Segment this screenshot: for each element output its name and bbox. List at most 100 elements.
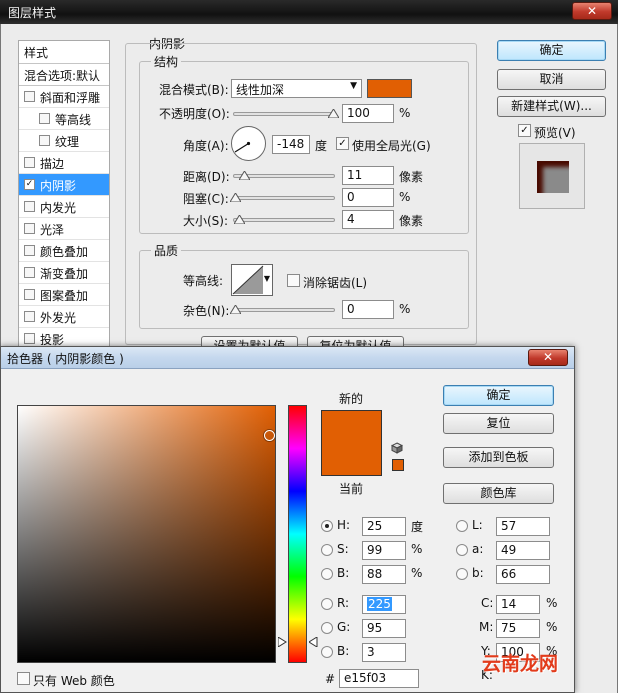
color-picker-titlebar[interactable]: 拾色器 ( 内阴影颜色 ) ✕ [1,347,574,369]
size-slider-thumb[interactable] [234,215,245,224]
preview-label[interactable]: 预览(V) [534,124,576,141]
style-item[interactable]: 外发光 [19,306,109,328]
hue-slider[interactable] [288,405,307,663]
h-input[interactable]: 25 [362,517,406,536]
blend-options-item[interactable]: 混合选项:默认 [19,64,109,86]
style-item[interactable]: ✓ 内阴影 [19,174,109,196]
add-to-swatches-button[interactable]: 添加到色板 [443,447,554,468]
shadow-color-swatch[interactable] [367,79,412,98]
style-item-checkbox[interactable] [24,289,35,300]
web-only-checkbox[interactable] [17,672,30,685]
color-libraries-button[interactable]: 颜色库 [443,483,554,504]
style-item-checkbox[interactable] [24,333,35,344]
opacity-slider-thumb[interactable] [328,109,339,118]
h-radio[interactable] [321,520,333,532]
hex-input[interactable]: e15f03 [339,669,419,688]
b-radio[interactable] [321,568,333,580]
close-icon[interactable]: ✕ [528,349,568,366]
angle-input[interactable]: -148 [272,135,310,154]
global-light-label[interactable]: 使用全局光(G) [352,137,431,154]
style-item-checkbox[interactable] [24,201,35,212]
style-item-checkbox[interactable]: ✓ [24,179,35,190]
web-only-label[interactable]: 只有 Web 颜色 [33,672,115,689]
anti-alias-label[interactable]: 消除锯齿(L) [303,274,367,291]
noise-slider-thumb[interactable] [230,305,241,314]
cp-ok-button[interactable]: 确定 [443,385,554,406]
style-item-checkbox[interactable] [39,135,50,146]
m-input[interactable]: 75 [496,619,540,638]
style-item[interactable]: 纹理 [19,130,109,152]
style-item-checkbox[interactable] [24,245,35,256]
hex-label: # [325,672,336,686]
s-input[interactable]: 99 [362,541,406,560]
size-input[interactable]: 4 [342,210,394,229]
angle-dial[interactable] [231,126,266,161]
preview-checkbox[interactable]: ✓ [518,124,531,137]
choke-input[interactable]: 0 [342,188,394,207]
choke-slider[interactable] [230,193,335,202]
b-input[interactable]: 88 [362,565,406,584]
a-radio[interactable] [456,544,468,556]
blue-input[interactable]: 3 [362,643,406,662]
color-field[interactable] [17,405,276,663]
hue-slider-right-arrow[interactable] [309,637,318,647]
anti-alias-checkbox[interactable] [287,274,300,287]
style-item[interactable]: 渐变叠加 [19,262,109,284]
distance-slider-thumb[interactable] [239,171,250,180]
hue-slider-left-arrow[interactable] [278,637,287,647]
angle-label: 角度(A): [183,139,229,153]
blue-radio[interactable] [321,646,333,658]
style-item[interactable]: 图案叠加 [19,284,109,306]
a-input[interactable]: 49 [496,541,550,560]
cp-reset-button[interactable]: 复位 [443,413,554,434]
s-radio[interactable] [321,544,333,556]
cancel-button[interactable]: 取消 [497,69,606,90]
style-item-checkbox[interactable] [24,223,35,234]
contour-picker[interactable]: ▼ [231,264,273,296]
lab-b-radio[interactable] [456,568,468,580]
l-input[interactable]: 57 [496,517,550,536]
style-item[interactable]: 内发光 [19,196,109,218]
noise-input[interactable]: 0 [342,300,394,319]
styles-header[interactable]: 样式 [19,41,109,64]
g-input[interactable]: 95 [362,619,406,638]
style-item[interactable]: 光泽 [19,218,109,240]
opacity-unit: % [399,106,411,120]
style-item[interactable]: 描边 [19,152,109,174]
color-field-marker[interactable] [264,430,275,441]
distance-slider[interactable] [233,171,335,180]
new-style-button[interactable]: 新建样式(W)... [497,96,606,117]
web-safe-swatch[interactable] [392,459,404,471]
style-item[interactable]: 等高线 [19,108,109,130]
distance-unit: 像素 [399,170,424,184]
opacity-input[interactable]: 100 [342,104,394,123]
layer-style-titlebar[interactable]: 图层样式 ✕ [0,0,618,24]
style-item-checkbox[interactable] [24,267,35,278]
g-radio[interactable] [321,622,333,634]
blend-mode-select[interactable]: 线性加深 ▼ [231,79,362,98]
r-value: 225 [367,597,392,611]
ok-button[interactable]: 确定 [497,40,606,61]
cube-icon[interactable] [391,442,403,454]
r-radio[interactable] [321,598,333,610]
l-radio[interactable] [456,520,468,532]
style-item-label: 内阴影 [40,179,77,193]
style-item[interactable]: 斜面和浮雕 [19,86,109,108]
new-color-label: 新的 [339,392,364,406]
global-light-checkbox[interactable]: ✓ [336,137,349,150]
noise-unit: % [399,302,411,316]
c-input[interactable]: 14 [496,595,540,614]
noise-slider[interactable] [230,305,335,314]
lab-b-input[interactable]: 66 [496,565,550,584]
close-icon[interactable]: ✕ [572,2,612,20]
style-item-checkbox[interactable] [24,91,35,102]
size-slider[interactable] [233,215,335,224]
style-item-checkbox[interactable] [24,311,35,322]
r-input[interactable]: 225 [362,595,406,614]
choke-slider-thumb[interactable] [230,193,241,202]
opacity-slider[interactable] [233,109,339,118]
style-item[interactable]: 颜色叠加 [19,240,109,262]
distance-input[interactable]: 11 [342,166,394,185]
style-item-checkbox[interactable] [24,157,35,168]
style-item-checkbox[interactable] [39,113,50,124]
